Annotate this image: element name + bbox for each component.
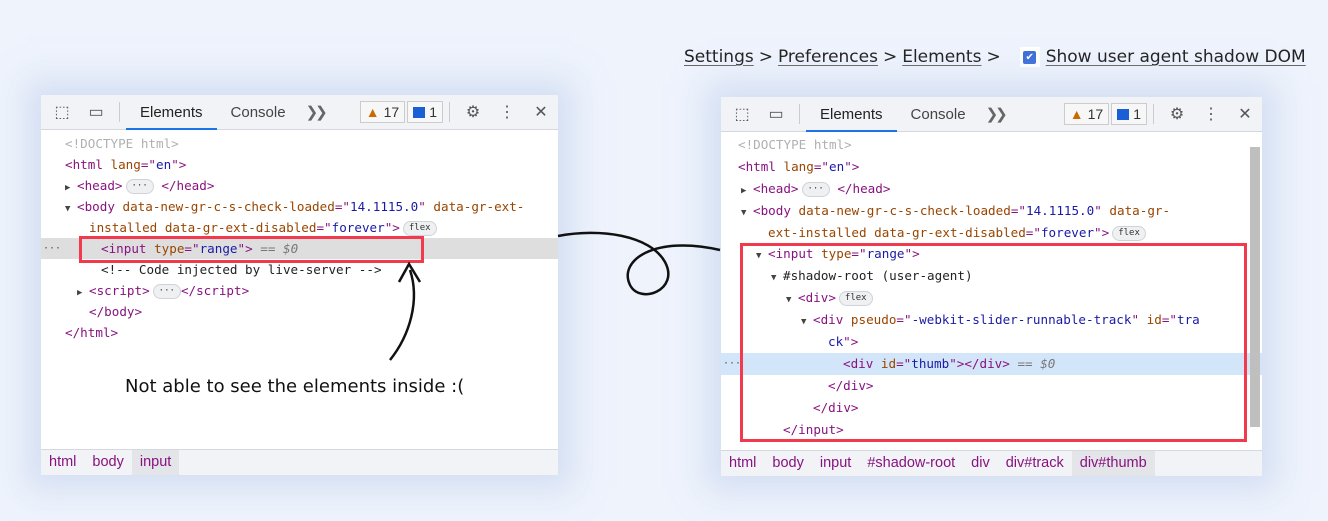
arrow-line xyxy=(389,269,416,361)
arrow-head-icon xyxy=(397,261,422,283)
connector-annotations xyxy=(389,231,721,361)
loop-connector xyxy=(557,231,721,296)
